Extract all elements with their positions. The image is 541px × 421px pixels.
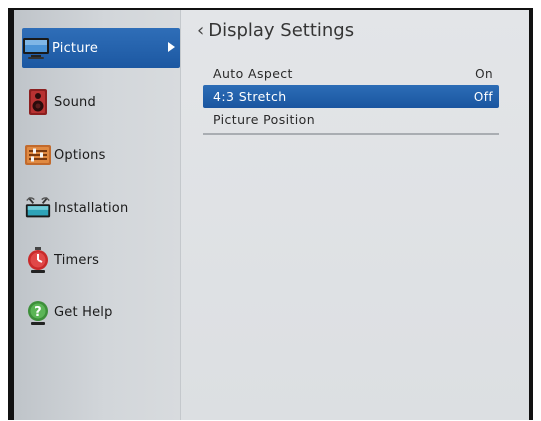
list-divider bbox=[203, 133, 499, 135]
timer-icon bbox=[24, 246, 52, 274]
tv-screen: Picture Sound Options Installation Timer… bbox=[14, 10, 529, 420]
speaker-icon bbox=[24, 88, 52, 116]
setting-row-4-3-stretch[interactable]: 4:3 Stretch Off bbox=[203, 85, 499, 108]
sidebar-item-label: Sound bbox=[54, 94, 96, 110]
page-title-text: Display Settings bbox=[208, 20, 355, 41]
sidebar-item-label: Options bbox=[54, 147, 106, 163]
sidebar-menu: Picture Sound Options Installation Timer… bbox=[14, 10, 181, 420]
sidebar-item-label: Get Help bbox=[54, 304, 113, 320]
options-icon bbox=[24, 141, 52, 169]
antenna-icon bbox=[24, 194, 52, 222]
sidebar-item-label: Picture bbox=[52, 40, 99, 56]
submenu-arrow-icon bbox=[168, 42, 175, 52]
sidebar-item-get-help[interactable]: ? Get Help bbox=[24, 294, 180, 330]
setting-label: Auto Aspect bbox=[213, 66, 293, 81]
settings-list: Auto Aspect On 4:3 Stretch Off Picture P… bbox=[203, 62, 499, 135]
help-icon: ? bbox=[24, 298, 52, 326]
sidebar-item-sound[interactable]: Sound bbox=[24, 84, 180, 120]
sidebar-item-label: Timers bbox=[54, 252, 100, 268]
setting-label: 4:3 Stretch bbox=[213, 89, 287, 104]
sidebar-item-options[interactable]: Options bbox=[24, 137, 180, 173]
svg-text:?: ? bbox=[34, 305, 42, 320]
setting-label: Picture Position bbox=[213, 112, 316, 127]
setting-value: On bbox=[475, 66, 493, 81]
sidebar-item-timers[interactable]: Timers bbox=[24, 242, 180, 278]
sidebar-item-installation[interactable]: Installation bbox=[24, 190, 180, 226]
setting-row-auto-aspect[interactable]: Auto Aspect On bbox=[203, 62, 499, 85]
setting-row-picture-position[interactable]: Picture Position bbox=[203, 108, 499, 131]
sidebar-item-label: Installation bbox=[54, 200, 129, 216]
setting-value: Off bbox=[473, 89, 493, 104]
sidebar-item-picture[interactable]: Picture bbox=[22, 28, 180, 68]
display-settings-panel: ‹ Display Settings Auto Aspect On 4:3 St… bbox=[181, 10, 529, 420]
tv-icon bbox=[22, 34, 50, 62]
page-title: ‹ Display Settings bbox=[197, 20, 354, 41]
back-chevron-icon[interactable]: ‹ bbox=[197, 20, 204, 41]
